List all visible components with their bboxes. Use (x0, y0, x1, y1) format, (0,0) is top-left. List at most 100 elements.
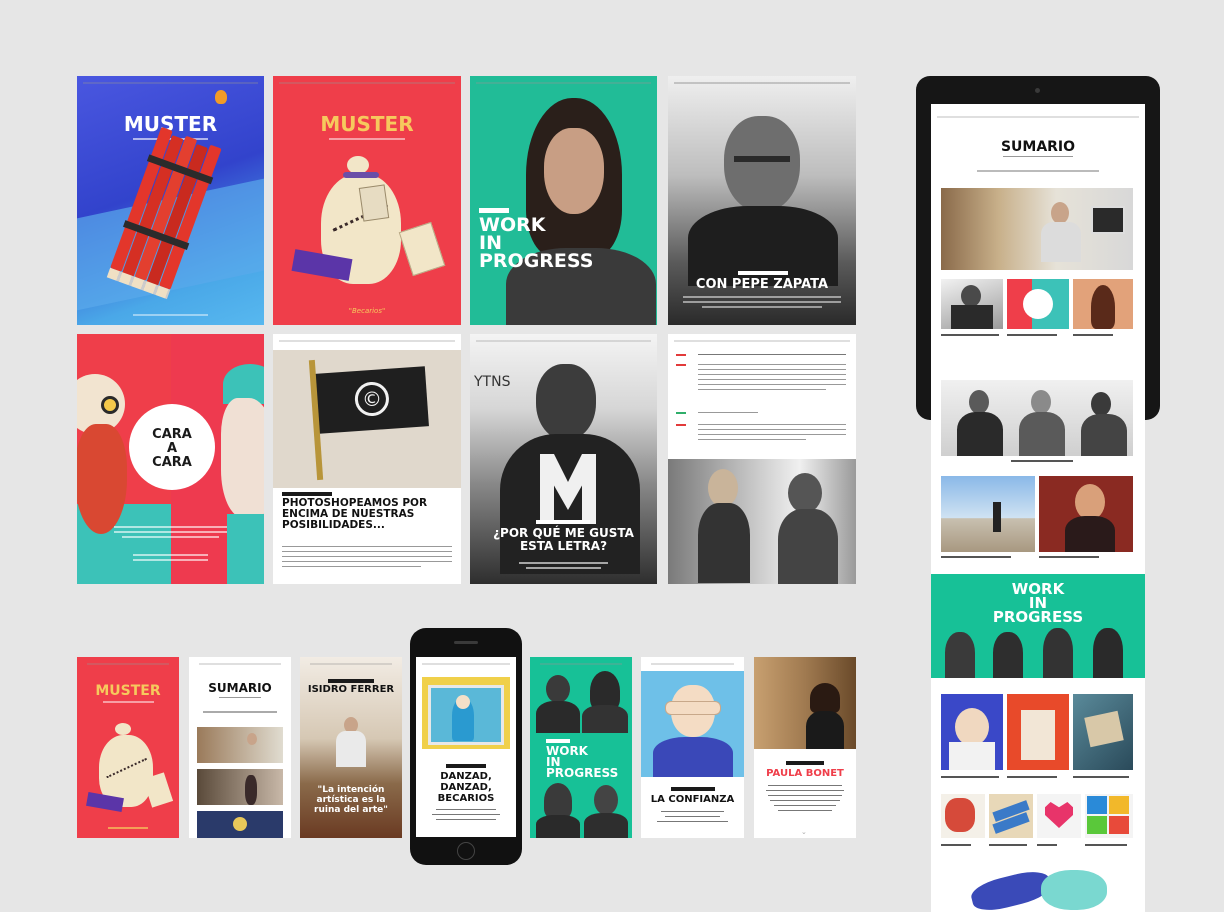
wip-line3: PROGRESS (992, 608, 1084, 626)
man-portrait (336, 717, 366, 767)
page-nav-line (87, 663, 169, 665)
article-title: ¿POR QUÉ ME GUSTA ESTA LETRA? (493, 526, 634, 553)
sumario-caption-line (941, 556, 1011, 558)
article-deck-line (526, 567, 601, 569)
cara-line3: CARA (152, 455, 192, 470)
qa-line (698, 384, 846, 385)
phone-page-muster[interactable]: MUSTER (77, 657, 179, 838)
toy-packaging-photo (422, 677, 510, 749)
article-deck-line (432, 814, 500, 815)
right-face-illustration (217, 364, 264, 584)
pixel-heart-icon (1037, 794, 1081, 838)
cover-subtitle-line (329, 138, 405, 140)
section-tag (446, 764, 486, 768)
qa-line (698, 424, 846, 425)
section-tag (536, 520, 590, 524)
article-deck-line (661, 811, 724, 812)
qa-line (698, 369, 846, 370)
article-cara-a-cara[interactable]: CARA A CARA (77, 334, 264, 584)
phone-page-work-in-progress[interactable]: WORK IN PROGRESS (530, 657, 632, 838)
qa-line (698, 389, 826, 390)
section-tag (282, 492, 332, 496)
sumario-thumb (197, 769, 283, 805)
phone-page-isidro-ferrer[interactable]: ISIDRO FERRER "La intención artística es… (300, 657, 402, 838)
qa-line (698, 412, 758, 413)
interview-photo (668, 459, 856, 584)
section-tag (738, 271, 788, 275)
page-nav-line (651, 663, 734, 665)
sumario-thumb (1073, 694, 1133, 770)
screen-nav-line (937, 116, 1139, 118)
cover-title: MUSTER (320, 112, 414, 136)
sumario-credit-line (977, 170, 1099, 172)
article-deck-line (701, 306, 823, 308)
cover-muster-blue[interactable]: MUSTER (77, 76, 264, 325)
phone-home-button[interactable] (457, 842, 475, 860)
sumario-caption-line (941, 334, 999, 336)
article-deck-line (683, 301, 841, 303)
article-deck-line (766, 790, 844, 791)
qa-line (698, 379, 846, 380)
sumario-caption-line (1085, 844, 1127, 846)
sumario-caption-line (941, 776, 999, 778)
qa-line (676, 364, 686, 366)
sumario-photo-office (941, 188, 1133, 270)
cover-quote-line (107, 827, 149, 829)
cover-nav-line (83, 82, 258, 84)
team-portrait (536, 783, 580, 838)
sumario-photo-team (941, 380, 1133, 456)
qa-line (698, 429, 846, 430)
section-tag (479, 208, 509, 213)
article-nav-line (674, 340, 850, 342)
article-title: PHOTOSHOPEAMOS POR ENCIMA DE NUESTRAS PO… (282, 497, 428, 531)
team-portrait (582, 671, 628, 733)
cover-quote: "Becarios" (348, 307, 386, 315)
sumario-thumb (1085, 794, 1133, 838)
page-nav-line (540, 663, 622, 665)
sumario-photo-red (1039, 476, 1133, 552)
body-text-line (282, 556, 452, 557)
tablet-screen[interactable]: SUMARIO WORK IN PROGRESS (931, 104, 1145, 912)
phone-page-la-confianza[interactable]: LA CONFIANZA (641, 657, 744, 838)
tablet-camera-icon (1035, 88, 1040, 93)
sumario-thumb (1073, 279, 1133, 329)
article-pepe-zapata[interactable]: CON PEPE ZAPATA (668, 76, 856, 325)
article-work-in-progress[interactable]: WORK IN PROGRESS (470, 76, 657, 325)
sumario-caption-line (1007, 334, 1057, 336)
article-photo: © (273, 350, 461, 488)
bottom-illustration (968, 866, 1111, 912)
article-photoshopeamos[interactable]: © PHOTOSHOPEAMOS POR ENCIMA DE NUESTRAS … (273, 334, 461, 584)
section-tag (671, 787, 715, 791)
qa-line (698, 439, 806, 440)
chevron-down-icon[interactable]: ⌄ (801, 828, 809, 836)
article-deck-line (768, 795, 842, 796)
cara-line1: CARA (152, 427, 192, 442)
article-nav-line (674, 82, 850, 84)
article-interview[interactable] (668, 334, 856, 584)
article-letra[interactable]: YTNS ¿POR QUÉ ME GUSTA ESTA LETRA? (470, 334, 657, 584)
sumario-thumb (1007, 694, 1069, 770)
article-title: PAULA BONET (766, 768, 844, 779)
phone-page-sumario[interactable]: SUMARIO (189, 657, 291, 838)
sumario-title: SUMARIO (1000, 139, 1076, 155)
article-deck-line (133, 559, 208, 561)
sumario-thumb (941, 694, 1003, 770)
sumario-thumb (941, 794, 985, 838)
section-tag (786, 761, 824, 765)
article-deck-line (121, 536, 220, 538)
sumario-thumb (197, 811, 283, 838)
article-deck-line (774, 805, 836, 806)
sumario-caption-line (1011, 460, 1073, 462)
sumario-caption-line (941, 844, 971, 846)
article-title: ISIDRO FERRER (307, 684, 395, 695)
phone-screen[interactable]: DANZAD, DANZAD, BECARIOS (416, 657, 516, 837)
cover-subtitle-line (102, 701, 154, 703)
article-deck-line (436, 809, 496, 810)
article-deck-line (114, 526, 227, 528)
article-deck-line (133, 554, 208, 556)
cover-nav-line (279, 82, 455, 84)
article-deck-line (114, 531, 227, 533)
copyright-flag-icon: © (315, 366, 429, 434)
cover-muster-red[interactable]: MUSTER "Becarios" (273, 76, 461, 325)
phone-page-paula-bonet[interactable]: PAULA BONET ⌄ (754, 657, 856, 838)
